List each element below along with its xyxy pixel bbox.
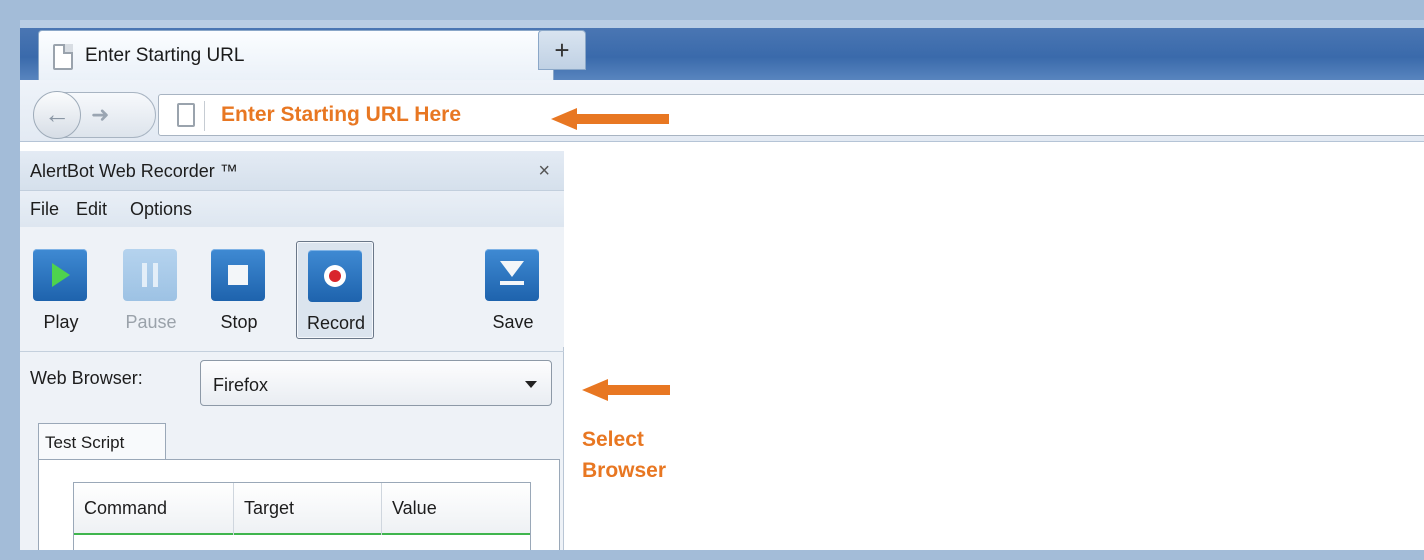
back-arrow-icon: ← — [44, 99, 70, 129]
tab-test-script[interactable]: Test Script — [38, 423, 166, 461]
column-target[interactable]: Target — [234, 483, 382, 535]
save-icon — [500, 261, 524, 285]
tab-title: Enter Starting URL — [85, 45, 245, 66]
recorder-toolbar: Play Pause Stop Record Save — [20, 227, 564, 347]
web-browser-label: Web Browser: — [30, 368, 143, 388]
url-arrow-annotation — [551, 108, 669, 130]
select-browser-annotation: Select Browser — [582, 428, 667, 482]
column-value[interactable]: Value — [382, 483, 530, 535]
stop-button[interactable]: Stop — [200, 241, 278, 339]
sidebar-header: AlertBot Web Recorder ™ × — [20, 151, 564, 191]
url-bar[interactable]: Enter Starting URL Here — [158, 94, 1424, 136]
script-tabs: Test Script Command Target Value — [38, 423, 560, 550]
browser-window: Enter Starting URL + ← ➜ Enter Starting … — [20, 20, 1424, 550]
browser-tab[interactable]: Enter Starting URL — [38, 30, 554, 84]
page-icon — [53, 44, 73, 70]
table-header: Command Target Value — [74, 483, 530, 535]
pause-icon — [142, 263, 158, 287]
web-browser-row: Web Browser: Firefox — [20, 351, 564, 415]
back-forward-group: ← ➜ — [33, 91, 156, 139]
navigation-bar: ← ➜ Enter Starting URL Here — [20, 80, 1424, 142]
web-browser-select[interactable]: Firefox — [200, 360, 552, 406]
new-tab-button[interactable]: + — [538, 30, 586, 70]
pause-button[interactable]: Pause — [112, 241, 190, 339]
menu-file[interactable]: File — [30, 199, 59, 220]
page-content — [565, 151, 1424, 550]
back-button[interactable]: ← — [33, 91, 81, 139]
play-icon — [52, 263, 70, 287]
site-identity-icon — [173, 101, 205, 131]
recorder-sidebar: AlertBot Web Recorder ™ × File Edit Opti… — [20, 151, 564, 550]
web-browser-value: Firefox — [213, 375, 269, 395]
script-table: Command Target Value — [73, 482, 531, 550]
menu-bar: File Edit Options — [20, 191, 564, 227]
record-icon — [324, 265, 346, 287]
script-panel: Command Target Value — [38, 459, 560, 550]
browser-arrow-annotation — [582, 379, 670, 401]
record-button[interactable]: Record — [296, 241, 374, 339]
menu-edit[interactable]: Edit — [76, 199, 107, 220]
play-button[interactable]: Play — [22, 241, 100, 339]
menu-options[interactable]: Options — [130, 199, 192, 220]
stop-icon — [228, 265, 248, 285]
sidebar-title: AlertBot Web Recorder ™ — [30, 161, 238, 181]
forward-arrow-icon[interactable]: ➜ — [91, 102, 109, 128]
save-button[interactable]: Save — [474, 241, 552, 339]
close-icon[interactable]: × — [538, 160, 550, 183]
column-command[interactable]: Command — [74, 483, 234, 535]
tab-strip: Enter Starting URL + — [20, 20, 1424, 84]
chevron-down-icon — [525, 381, 537, 388]
url-annotation: Enter Starting URL Here — [221, 103, 461, 126]
